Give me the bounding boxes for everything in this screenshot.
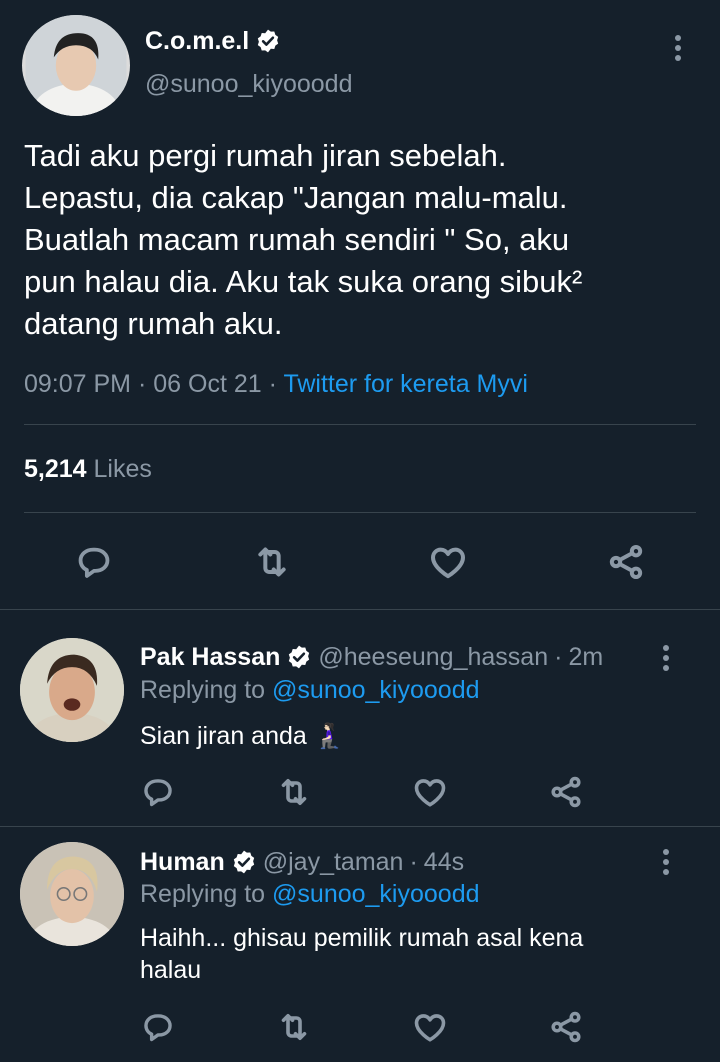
divider	[24, 512, 696, 513]
avatar[interactable]	[22, 15, 130, 116]
avatar[interactable]	[20, 842, 124, 946]
likes-label: Likes	[93, 455, 152, 483]
avatar-image	[20, 638, 124, 742]
avatar[interactable]	[20, 638, 124, 742]
author-row: Human @jay_taman · 44s	[140, 845, 464, 879]
tweet-text-line: datang rumah aku.	[24, 306, 283, 341]
more-vertical-icon[interactable]	[660, 643, 672, 673]
divider	[24, 424, 696, 425]
author-row: Pak Hassan @heeseung_hassan · 2m	[140, 640, 603, 674]
reply-text: Sian jiran anda 🧎🏻‍♀️	[140, 720, 345, 752]
author-row: C.o.m.e.l	[145, 25, 281, 57]
tweet-text-line: Buatlah macam rumah sendiri " So, aku	[24, 222, 570, 257]
reply-icon[interactable]	[74, 542, 114, 582]
verified-badge-icon	[233, 850, 254, 874]
like-icon[interactable]	[428, 542, 468, 582]
tweet-text-line: Lepastu, dia cakap "Jangan malu-malu.	[24, 180, 568, 215]
tweet-text-line: Tadi aku pergi rumah jiran sebelah.	[24, 138, 507, 173]
share-icon[interactable]	[606, 542, 646, 582]
verified-badge-icon	[289, 645, 310, 669]
more-vertical-icon[interactable]	[660, 847, 672, 877]
tweet-text: Tadi aku pergi rumah jiran sebelah. Lepa…	[24, 135, 582, 345]
more-vertical-icon[interactable]	[672, 33, 684, 63]
retweet-icon[interactable]	[252, 542, 292, 582]
action-bar	[0, 1007, 720, 1047]
separator: ·	[554, 642, 563, 671]
action-bar	[0, 772, 720, 812]
replying-to-handle[interactable]: @sunoo_kiyooodd	[272, 880, 479, 908]
tweet-meta: 09:07 PM · 06 Oct 21 · Twitter for keret…	[24, 370, 528, 399]
reply-age[interactable]: 44s	[424, 848, 464, 877]
replying-to: Replying to @sunoo_kiyooodd	[140, 676, 480, 705]
display-name[interactable]: Pak Hassan	[140, 643, 280, 672]
reply-text: Haihh... ghisau pemilik rumah asal kena …	[140, 922, 583, 986]
likes-stat[interactable]: 5,214 Likes	[24, 455, 152, 484]
like-icon[interactable]	[410, 772, 450, 812]
retweet-icon[interactable]	[274, 772, 314, 812]
avatar-image	[25, 15, 127, 116]
retweet-icon[interactable]	[274, 1007, 314, 1047]
replying-to: Replying to @sunoo_kiyooodd	[140, 880, 480, 909]
tweet-date[interactable]: 06 Oct 21	[153, 370, 261, 398]
reply-text-line: Sian jiran anda 🧎🏻‍♀️	[140, 722, 345, 750]
tweet-text-line: pun halau dia. Aku tak suka orang sibuk²	[24, 264, 583, 299]
handle[interactable]: @jay_taman	[263, 848, 404, 877]
tweet-source-link[interactable]: Twitter for kereta Myvi	[283, 370, 528, 398]
section-divider	[0, 826, 720, 827]
handle[interactable]: @heeseung_hassan	[318, 643, 548, 672]
reply-icon[interactable]	[138, 772, 178, 812]
handle[interactable]: @sunoo_kiyooodd	[145, 70, 352, 99]
reply-text-line: halau	[140, 956, 202, 984]
reply-icon[interactable]	[138, 1007, 178, 1047]
share-icon[interactable]	[546, 772, 586, 812]
tweet-time[interactable]: 09:07 PM	[24, 370, 131, 398]
replying-prefix: Replying to	[140, 880, 266, 908]
avatar-image	[20, 842, 124, 946]
separator: ·	[137, 370, 147, 398]
share-icon[interactable]	[546, 1007, 586, 1047]
replying-prefix: Replying to	[140, 676, 266, 704]
separator: ·	[409, 847, 418, 876]
reply-text-line: Haihh... ghisau pemilik rumah asal kena	[140, 924, 584, 952]
section-divider	[0, 609, 720, 610]
likes-count: 5,214	[24, 455, 87, 483]
action-bar	[0, 540, 720, 584]
display-name[interactable]: C.o.m.e.l	[145, 27, 249, 56]
display-name[interactable]: Human	[140, 848, 225, 877]
separator: ·	[268, 370, 277, 398]
replying-to-handle[interactable]: @sunoo_kiyooodd	[272, 676, 479, 704]
verified-badge-icon	[258, 29, 279, 53]
reply-age[interactable]: 2m	[568, 643, 603, 672]
like-icon[interactable]	[410, 1007, 450, 1047]
